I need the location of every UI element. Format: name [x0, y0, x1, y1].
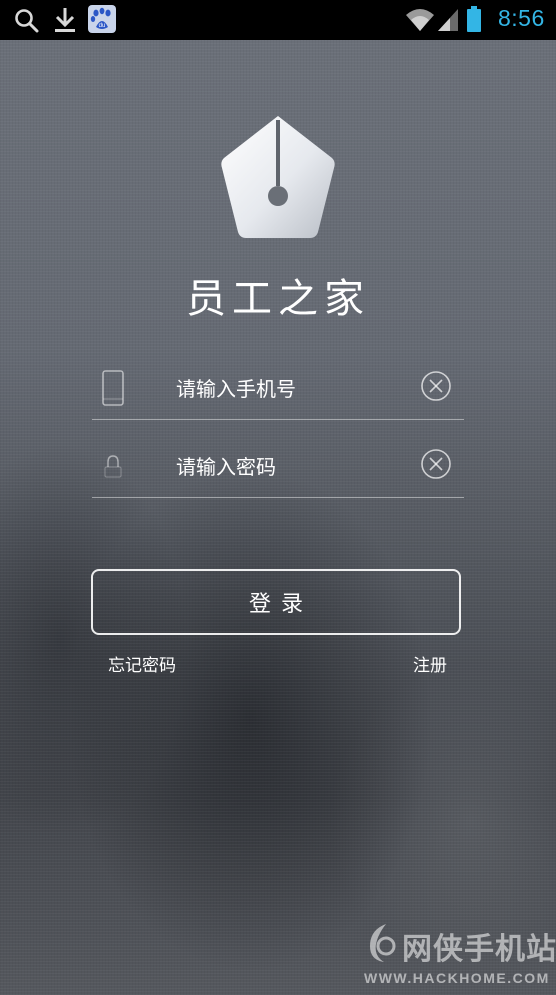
watermark: 网侠手机站 WWW.HACKHOME.COM	[360, 920, 556, 990]
password-field	[92, 441, 464, 498]
login-button[interactable]: 登录	[91, 569, 461, 635]
clear-circle-x-icon[interactable]	[420, 370, 452, 402]
status-bar: du 8:56	[0, 0, 556, 40]
phone-icon	[102, 370, 124, 406]
watermark-logo-icon	[370, 924, 396, 962]
forgot-password-link[interactable]: 忘记密码	[108, 651, 176, 676]
download-icon	[55, 8, 75, 32]
svg-text:du: du	[99, 23, 106, 29]
search-icon	[15, 9, 39, 33]
app-title: 员工之家	[186, 276, 370, 322]
clear-circle-x-icon[interactable]	[420, 448, 452, 480]
battery-icon	[467, 6, 481, 32]
signal-icon	[438, 9, 458, 31]
status-time: 8:56	[498, 5, 545, 31]
phone-input[interactable]	[176, 371, 406, 407]
phone-field	[92, 363, 464, 420]
pen-nib-pentagon-icon	[221, 116, 335, 238]
watermark-text: 网侠手机站	[402, 932, 556, 967]
password-input[interactable]	[176, 449, 406, 485]
wifi-icon	[406, 9, 434, 31]
lock-icon	[104, 455, 122, 478]
register-link[interactable]: 注册	[413, 651, 447, 676]
baidu-icon: du	[88, 5, 116, 33]
watermark-url: WWW.HACKHOME.COM	[364, 970, 550, 986]
